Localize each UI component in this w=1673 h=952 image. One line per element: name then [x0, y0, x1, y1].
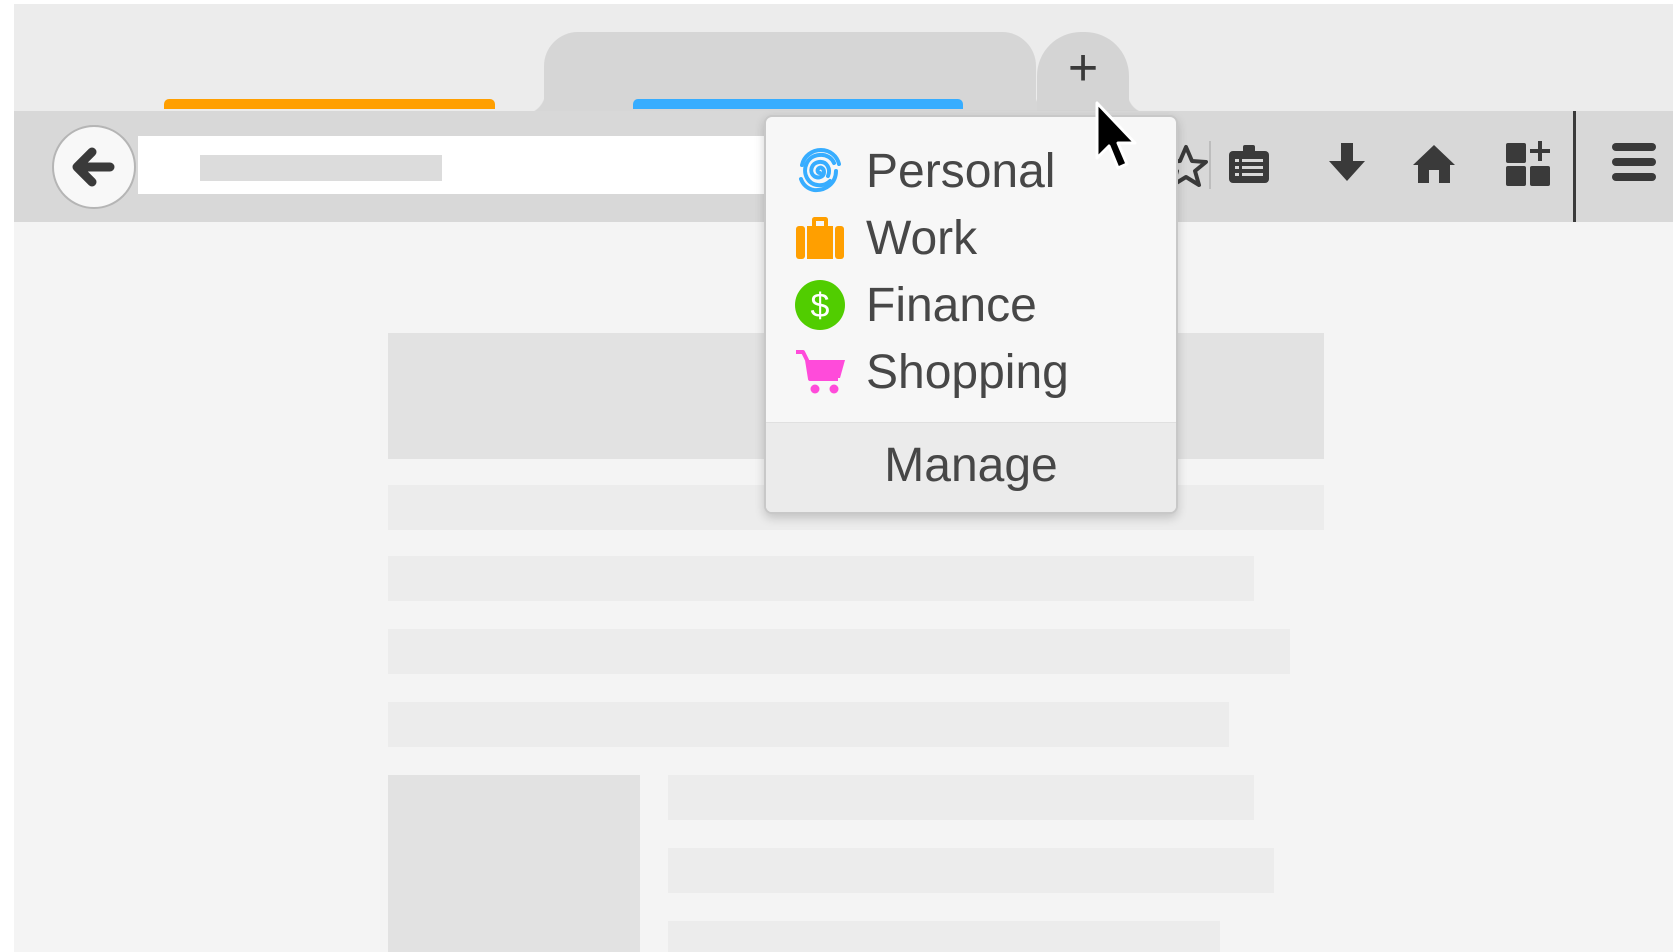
mouse-cursor-icon	[1095, 101, 1137, 170]
download-icon[interactable]	[1325, 139, 1369, 189]
content-image-block	[388, 775, 640, 952]
svg-text:$: $	[811, 287, 830, 325]
menu-item-shopping[interactable]: Shopping	[766, 338, 1176, 404]
menu-item-work[interactable]: Work	[766, 204, 1176, 270]
manage-containers-button[interactable]: Manage	[766, 422, 1176, 512]
menu-item-label: Shopping	[866, 346, 1069, 399]
tab-personal-indicator[interactable]	[633, 99, 963, 109]
fingerprint-icon	[799, 147, 841, 193]
toolbar-divider	[1573, 111, 1576, 222]
content-line	[388, 556, 1254, 601]
add-widget-icon[interactable]	[1504, 135, 1554, 189]
menu-item-label: Work	[866, 212, 978, 265]
briefcase-icon	[796, 217, 844, 259]
cart-icon	[796, 350, 845, 394]
manage-label: Manage	[884, 439, 1058, 492]
url-bar[interactable]	[138, 136, 778, 194]
content-line	[668, 775, 1254, 820]
url-placeholder	[200, 155, 442, 181]
content-line	[668, 848, 1274, 893]
back-button[interactable]	[52, 125, 136, 209]
content-line	[668, 921, 1220, 952]
home-icon[interactable]	[1410, 139, 1458, 189]
dollar-icon: $	[795, 280, 845, 330]
toolbar-separator	[1209, 141, 1211, 189]
menu-item-finance[interactable]: $ Finance	[766, 271, 1176, 337]
plus-icon: +	[1067, 39, 1099, 97]
tab-work-indicator[interactable]	[164, 99, 495, 109]
content-line	[388, 702, 1229, 747]
tab-strip: +	[14, 4, 1673, 115]
container-menu: Personal Work $ Finance Shopping Manage	[764, 115, 1178, 514]
menu-icon[interactable]	[1610, 141, 1658, 183]
menu-item-label: Finance	[866, 279, 1037, 332]
content-line	[388, 629, 1290, 674]
arrow-left-icon	[72, 147, 115, 187]
reading-list-icon[interactable]	[1226, 139, 1272, 189]
menu-item-label: Personal	[866, 145, 1056, 198]
